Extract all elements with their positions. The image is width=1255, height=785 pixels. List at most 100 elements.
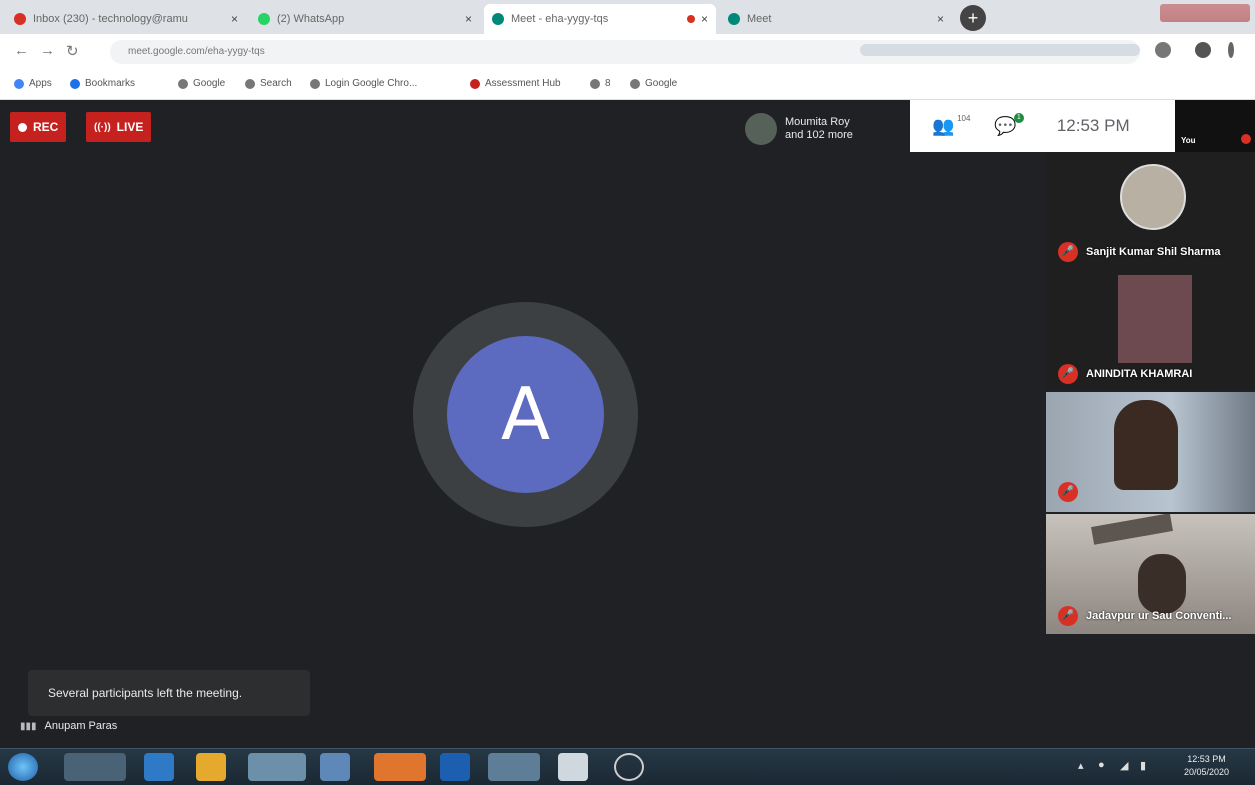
extension-icon[interactable] — [1155, 42, 1171, 58]
bookmark-label: Search — [260, 78, 292, 89]
bookmark-item[interactable]: Assessment Hub — [470, 78, 561, 89]
bookmark-label: 8 — [605, 78, 611, 89]
tab-title: Meet - eha-yygy-tqs — [511, 13, 609, 25]
bookmark-label: Google — [193, 78, 226, 89]
person-silhouette — [1138, 554, 1186, 614]
self-label: You — [1181, 136, 1196, 145]
back-arrow-icon[interactable]: ← — [14, 42, 29, 59]
profile-avatar[interactable] — [1195, 42, 1211, 58]
participant-name: ANINDITA KHAMRAI — [1086, 368, 1193, 380]
meet-icon — [728, 13, 740, 25]
bookmarks-bar: Apps Bookmarks Google Search Login Googl… — [0, 68, 1255, 100]
presenter-more: and 102 more — [785, 129, 853, 141]
notification-toast: Several participants left the meeting. — [28, 670, 310, 716]
active-speaker-avatar: A — [447, 336, 604, 493]
bookmark-item[interactable]: 8 — [590, 78, 611, 89]
chat-button[interactable]: 💬 1 — [994, 112, 1024, 137]
apps-grid-icon — [14, 78, 24, 89]
clock-time: 12:53 PM — [1187, 754, 1226, 764]
live-badge[interactable]: ((·)) LIVE — [86, 112, 152, 142]
tab-gmail[interactable]: Inbox (230) - technology@ramu × — [6, 4, 246, 34]
bookmark-label: Login Google Chro... — [325, 78, 418, 89]
avatar — [1120, 164, 1186, 230]
bookmark-item[interactable]: Bookmarks — [70, 78, 135, 89]
chat-badge: 1 — [1013, 112, 1024, 123]
participant-tile[interactable]: 🎤 Sanjit Kumar Shil Sharma — [1046, 152, 1255, 270]
globe-icon — [630, 78, 640, 89]
file-explorer-icon[interactable] — [248, 753, 306, 781]
screen: Inbox (230) - technology@ramu × (2) What… — [0, 0, 1255, 785]
mic-muted-icon: 🎤 — [1058, 482, 1078, 502]
globe-icon — [178, 78, 188, 89]
file-icon[interactable] — [558, 753, 588, 781]
participant-tile[interactable]: 🎤 Jadavpur ur Sau Conventi... — [1046, 514, 1255, 634]
rec-badge[interactable]: REC — [10, 112, 67, 142]
star-icon — [70, 78, 80, 89]
start-button[interactable] — [8, 753, 38, 781]
volume-icon[interactable]: ◢ — [1120, 759, 1128, 772]
close-icon[interactable]: × — [465, 12, 472, 26]
self-view-tile[interactable]: You — [1175, 100, 1255, 152]
participants-count: 104 — [957, 113, 971, 123]
document-icon[interactable] — [320, 753, 350, 781]
bookmark-label: Bookmarks — [85, 78, 136, 89]
participant-video — [1118, 275, 1192, 363]
tab-title: Inbox (230) - technology@ramu — [33, 13, 188, 25]
firefox-icon[interactable] — [374, 753, 426, 781]
forward-arrow-icon[interactable]: → — [40, 42, 55, 59]
tray-chevron-icon[interactable]: ▴ — [1078, 759, 1084, 772]
record-dot-icon — [18, 122, 27, 132]
clock-date: 20/05/2020 — [1184, 767, 1230, 777]
bookmark-item[interactable]: Google — [178, 78, 225, 89]
participant-name: Jadavpur ur Sau Conventi... — [1086, 610, 1232, 622]
window-controls[interactable] — [1160, 4, 1250, 22]
presenter-info: Moumita Roy and 102 more — [745, 106, 915, 152]
audio-bars-icon: ▮▮▮ — [20, 720, 37, 732]
media-player-icon[interactable] — [196, 753, 226, 781]
meeting-clock: 12:53 PM — [1056, 116, 1130, 135]
new-tab-button[interactable]: + — [960, 5, 986, 31]
presenter-name: Moumita Roy — [785, 116, 850, 128]
mic-muted-icon: 🎤 — [1058, 364, 1078, 384]
reload-icon[interactable]: ↻ — [66, 42, 79, 60]
avatar — [745, 113, 777, 145]
chrome-taskbar-icon[interactable] — [64, 753, 126, 781]
people-button[interactable]: 👥 104 — [932, 114, 970, 137]
toast-text: Several participants left the meeting. — [48, 686, 243, 700]
bookmark-label: Google — [645, 78, 678, 89]
internet-explorer-icon[interactable] — [144, 753, 174, 781]
participant-tile[interactable]: 🎤 — [1046, 392, 1255, 512]
speedometer-icon[interactable] — [614, 753, 644, 781]
recording-indicator-icon — [686, 15, 695, 23]
system-clock[interactable]: 12:53 PM 20/05/2020 — [1184, 753, 1229, 779]
mic-muted-icon — [1241, 134, 1251, 144]
app-icon[interactable] — [488, 753, 540, 781]
speaker-label: ▮▮▮ Anupam Paras — [20, 720, 117, 732]
tab-meet-active[interactable]: Meet - eha-yygy-tqs × — [484, 4, 716, 34]
photoshop-icon[interactable] — [440, 753, 470, 781]
extension-icons[interactable] — [860, 44, 1140, 56]
menu-dots-icon[interactable] — [1228, 42, 1234, 58]
bookmark-item[interactable]: Login Google Chro... — [310, 78, 417, 89]
close-icon[interactable]: × — [937, 12, 944, 26]
tab-title: (2) WhatsApp — [277, 13, 345, 25]
tab-meet[interactable]: Meet × — [720, 4, 952, 34]
live-icon: ((·)) — [94, 121, 111, 133]
bookmark-label: Assessment Hub — [485, 78, 561, 89]
site-icon — [470, 78, 480, 89]
participant-tile[interactable]: 🎤 ANINDITA KHAMRAI — [1046, 270, 1255, 390]
bookmark-apps[interactable]: Apps — [14, 78, 52, 89]
live-label: LIVE — [116, 120, 144, 134]
tab-whatsapp[interactable]: (2) WhatsApp × — [250, 4, 480, 34]
speaker-name: Anupam Paras — [44, 720, 118, 732]
globe-icon — [310, 78, 320, 89]
bookmark-item[interactable]: Google — [630, 78, 677, 89]
mic-muted-icon: 🎤 — [1058, 606, 1078, 626]
network-icon[interactable]: ▮ — [1140, 759, 1146, 772]
close-icon[interactable]: × — [701, 12, 708, 26]
close-icon[interactable]: × — [231, 12, 238, 26]
bookmark-item[interactable]: Search — [245, 78, 292, 89]
tray-app-icon[interactable]: ● — [1098, 759, 1105, 771]
people-icon: 👥 — [932, 115, 955, 136]
globe-icon — [590, 78, 600, 89]
